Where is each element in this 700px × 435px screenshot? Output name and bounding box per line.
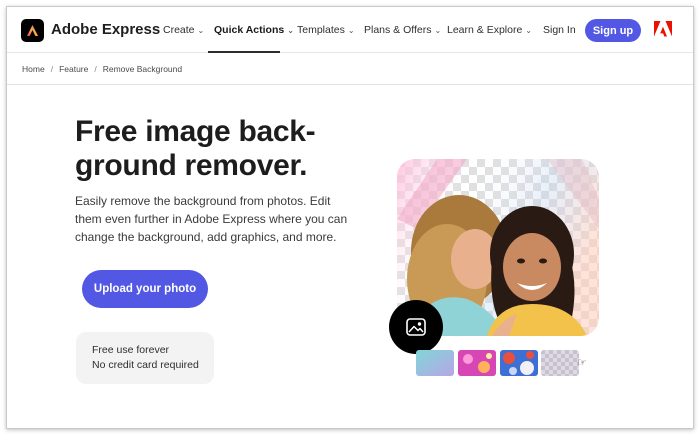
page-title-line-2: ground remover. xyxy=(75,149,308,182)
info-line-no-card: No credit card required xyxy=(92,359,199,371)
checkerboard-thumb[interactable] xyxy=(541,350,579,376)
brand-name[interactable]: Adobe Express xyxy=(51,21,160,38)
nav-item-create[interactable]: Create ⌄ xyxy=(163,24,204,36)
thumb-image xyxy=(458,350,496,376)
nav-item-plans-offers[interactable]: Plans & Offers ⌄ xyxy=(364,24,441,36)
chevron-down-icon: ⌄ xyxy=(525,25,532,35)
sign-in-link[interactable]: Sign In xyxy=(543,24,576,36)
upload-photo-button[interactable]: Upload your photo xyxy=(82,270,208,308)
chevron-down-icon: ⌄ xyxy=(287,25,294,35)
chevron-down-icon: ⌄ xyxy=(347,25,355,35)
nav-item-templates[interactable]: Templates ⌄ xyxy=(297,24,355,36)
pricing-info-card: Free use forever No credit card required xyxy=(76,332,214,384)
breadcrumb-separator: / xyxy=(50,64,54,74)
active-tab-indicator xyxy=(208,51,280,53)
nav-item-learn-explore[interactable]: Learn & Explore ⌄ xyxy=(447,24,532,36)
express-a-icon xyxy=(27,25,38,36)
sign-up-button[interactable]: Sign up xyxy=(585,19,641,42)
adobe-express-logo-icon[interactable] xyxy=(21,19,44,42)
top-nav: Adobe Express Create ⌄ Quick Actions ⌄ T… xyxy=(7,7,693,53)
page-title-line-1: Free image back- xyxy=(75,115,316,148)
nav-item-quick-actions[interactable]: Quick Actions ⌄ xyxy=(214,24,294,36)
nav-item-label: Quick Actions xyxy=(214,24,285,36)
thumb-image xyxy=(500,350,538,376)
nav-item-label: Templates xyxy=(297,24,345,36)
browser-frame: Adobe Express Create ⌄ Quick Actions ⌄ T… xyxy=(6,6,694,429)
thumb-image xyxy=(541,350,579,376)
breadcrumb-home[interactable]: Home xyxy=(22,64,45,74)
teal-gradient-thumb[interactable] xyxy=(416,350,454,376)
hero-description: Easily remove the background from photos… xyxy=(75,194,348,244)
pink-pattern-thumb[interactable] xyxy=(458,350,496,376)
chevron-down-icon: ⌄ xyxy=(434,25,442,35)
image-select-button[interactable] xyxy=(389,300,443,354)
nav-item-label: Create xyxy=(163,24,195,36)
chevron-down-icon: ⌄ xyxy=(197,25,205,35)
page-title: Free image back- ground remover. xyxy=(75,115,350,183)
nav-item-label: Learn & Explore xyxy=(447,24,523,36)
breadcrumb: Home / Feature / Remove Background xyxy=(22,64,182,74)
breadcrumb-current: Remove Background xyxy=(102,64,183,74)
breadcrumb-feature[interactable]: Feature xyxy=(59,64,88,74)
image-icon xyxy=(406,318,426,336)
thumb-image xyxy=(416,350,454,376)
divider xyxy=(7,84,693,85)
floral-thumb[interactable] xyxy=(500,350,538,376)
adobe-logo-icon[interactable] xyxy=(654,21,672,38)
info-line-free: Free use forever xyxy=(92,344,170,356)
nav-item-label: Plans & Offers xyxy=(364,24,432,36)
breadcrumb-separator: / xyxy=(94,64,97,74)
pointer-hand-icon: ☞ xyxy=(577,357,587,369)
